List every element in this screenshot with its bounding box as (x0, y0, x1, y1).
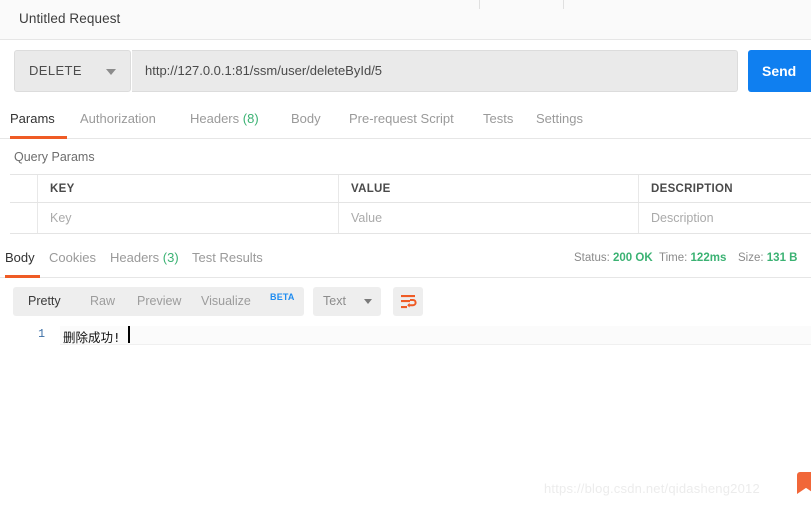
title-bar: Untitled Request (0, 0, 811, 40)
response-body-toolbar: Pretty Raw Preview Visualize BETA Text (0, 278, 811, 324)
watermark-text: https://blog.csdn.net/qidasheng2012 (544, 481, 760, 496)
query-params-table: KEY VALUE DESCRIPTION Key Value Descript… (10, 174, 811, 234)
status-badge: Status: 200 OK (574, 252, 653, 264)
view-mode-preview[interactable]: Preview (137, 294, 181, 308)
response-tab-cookies[interactable]: Cookies (49, 250, 96, 265)
column-header-key: KEY (38, 175, 339, 202)
status-label: Status: (574, 252, 610, 264)
param-description-input[interactable]: Description (639, 203, 811, 233)
word-wrap-button[interactable] (393, 287, 423, 316)
response-tab-bar: Body Cookies Headers (3) Test Results St… (0, 241, 811, 278)
tab-body[interactable]: Body (291, 111, 321, 126)
response-format-selector[interactable]: Text (313, 287, 381, 316)
request-url-input[interactable]: http://127.0.0.1:81/ssm/user/deleteById/… (132, 50, 738, 92)
tab-authorization[interactable]: Authorization (80, 111, 156, 126)
column-header-checkbox (10, 175, 38, 202)
time-label: Time: (659, 252, 688, 264)
tab-tests[interactable]: Tests (483, 111, 513, 126)
size-value: 131 B (766, 252, 798, 264)
param-value-placeholder: Value (351, 211, 383, 225)
tab-tests-label: Tests (483, 111, 514, 126)
time-badge: Time: 122ms (659, 252, 726, 264)
view-mode-pretty[interactable]: Pretty (28, 294, 61, 308)
request-title: Untitled Request (19, 11, 121, 26)
tab-authorization-label: Authorization (80, 111, 156, 126)
tab-settings[interactable]: Settings (536, 111, 583, 126)
tab-headers-label: Headers (190, 111, 240, 126)
table-row: Key Value Description (10, 203, 811, 233)
view-mode-visualize[interactable]: Visualize (201, 294, 251, 308)
chevron-down-icon (364, 299, 372, 304)
send-button[interactable]: Send (748, 50, 811, 92)
size-label: Size: (738, 252, 764, 264)
row-checkbox-cell[interactable] (10, 203, 38, 233)
response-tab-headers-count: (3) (162, 250, 179, 265)
tab-params-label: Params (10, 111, 55, 126)
http-method-selector[interactable]: DELETE (14, 50, 131, 92)
response-tab-headers[interactable]: Headers (3) (110, 250, 179, 265)
panel-seam-right (563, 0, 564, 9)
tab-pre-request-script-label: Pre-request Script (349, 111, 454, 126)
panel-seam-left (479, 0, 480, 9)
tab-headers[interactable]: Headers (8) (190, 111, 259, 126)
status-value: 200 OK (613, 252, 653, 264)
request-tab-bar: Params Authorization Headers (8) Body Pr… (0, 103, 811, 139)
column-header-value: VALUE (339, 175, 639, 202)
size-badge: Size: 131 B (738, 252, 797, 264)
url-bar: DELETE http://127.0.0.1:81/ssm/user/dele… (0, 40, 811, 103)
word-wrap-icon (401, 295, 417, 309)
tab-headers-count: (8) (242, 111, 259, 126)
param-description-placeholder: Description (651, 211, 714, 225)
query-params-caption: Query Params (14, 150, 95, 164)
param-key-input[interactable]: Key (38, 203, 339, 233)
response-tab-cookies-label: Cookies (49, 250, 96, 265)
request-url-text: http://127.0.0.1:81/ssm/user/deleteById/… (145, 63, 383, 78)
table-header-row: KEY VALUE DESCRIPTION (10, 175, 811, 203)
response-tab-body[interactable]: Body (5, 250, 35, 265)
param-key-placeholder: Key (50, 211, 72, 225)
query-params-section: Query Params KEY VALUE DESCRIPTION Key V… (0, 139, 811, 241)
http-method-label: DELETE (29, 63, 82, 78)
time-value: 122ms (690, 252, 727, 264)
response-tab-test-results-label: Test Results (192, 250, 263, 265)
chevron-down-icon (106, 69, 116, 75)
response-tab-body-label: Body (5, 250, 35, 265)
active-line-highlight (60, 326, 811, 345)
response-tab-test-results[interactable]: Test Results (192, 250, 263, 265)
beta-badge: BETA (270, 292, 295, 302)
column-header-description: DESCRIPTION (651, 182, 733, 195)
tab-body-label: Body (291, 111, 321, 126)
response-tab-headers-label: Headers (110, 250, 160, 265)
view-mode-raw[interactable]: Raw (90, 294, 115, 308)
param-value-input[interactable]: Value (339, 203, 639, 233)
response-format-label: Text (323, 294, 346, 308)
tab-params[interactable]: Params (10, 111, 55, 126)
tab-pre-request-script[interactable]: Pre-request Script (349, 111, 454, 126)
text-cursor (128, 326, 130, 343)
response-body-text: 删除成功! (63, 330, 121, 345)
tab-settings-label: Settings (536, 111, 583, 126)
response-view-mode-group: Pretty Raw Preview Visualize BETA (13, 287, 304, 316)
postman-app-window: Untitled Request DELETE http://127.0.0.1… (0, 0, 811, 508)
line-number: 1 (38, 328, 45, 341)
